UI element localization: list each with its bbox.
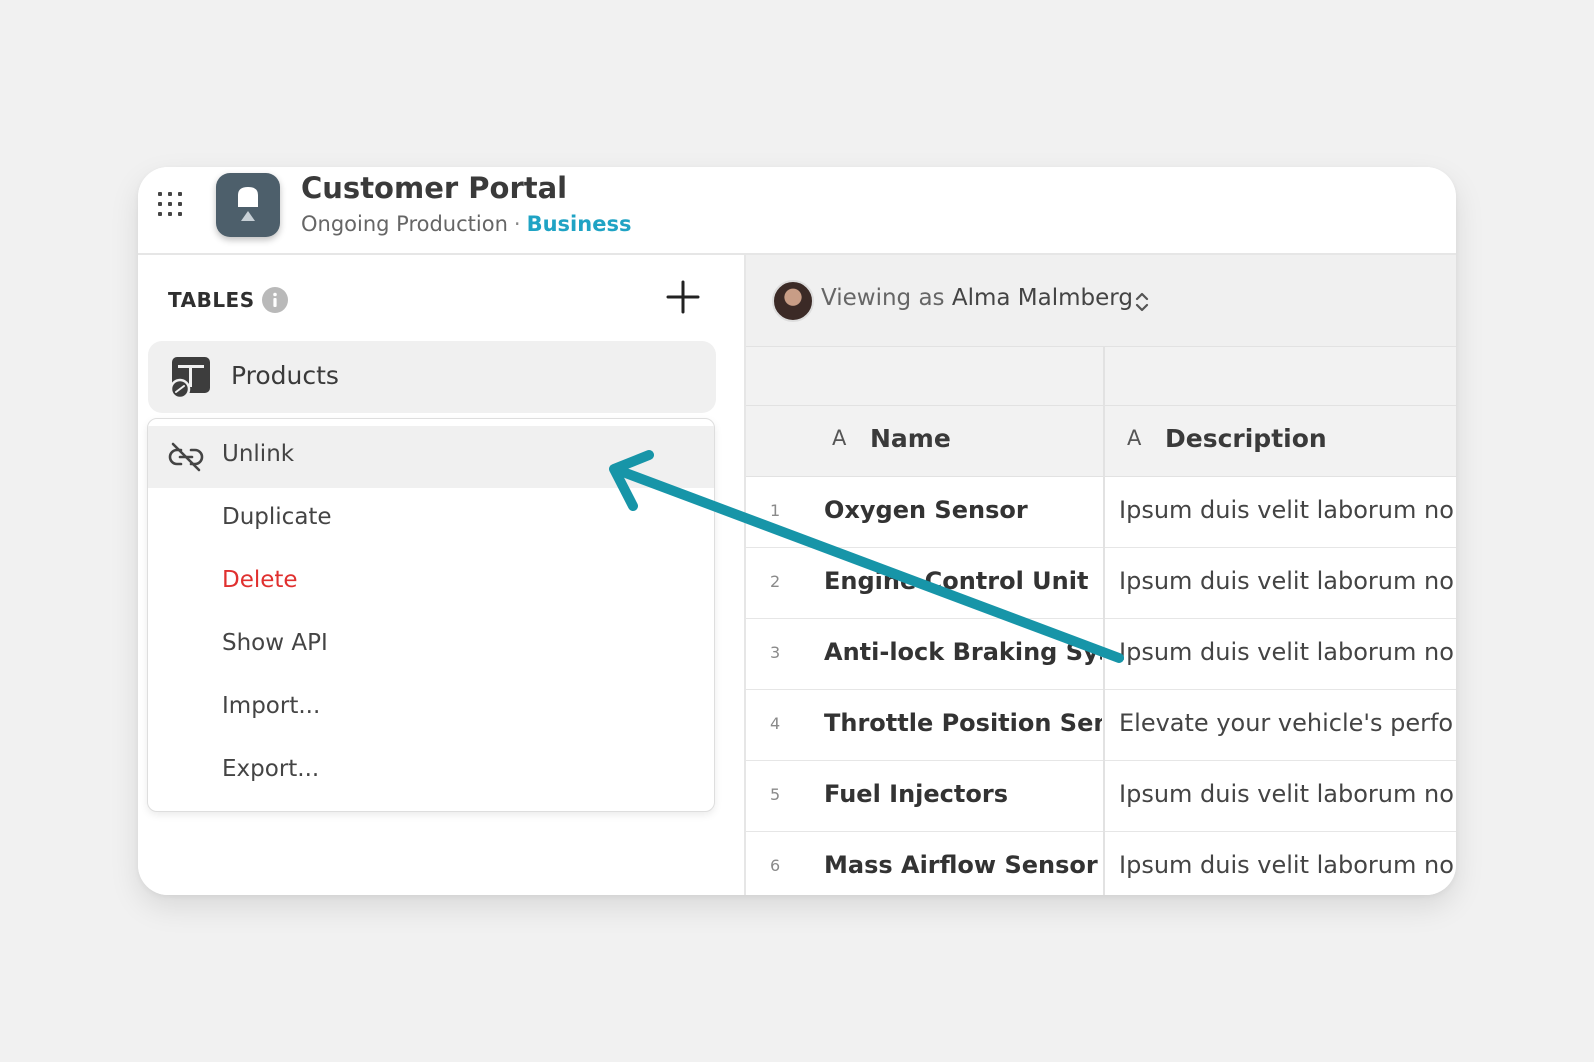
menu-item-label: Show API bbox=[222, 630, 328, 656]
avatar[interactable] bbox=[772, 280, 814, 322]
text-type-icon: A bbox=[1127, 426, 1142, 450]
separator: · bbox=[513, 212, 521, 236]
app-stage: Ongoing Production bbox=[301, 212, 508, 236]
column-title: Description bbox=[1165, 424, 1327, 453]
app-window: Customer Portal Ongoing Production · Busin… bbox=[138, 167, 1456, 895]
plan-badge[interactable]: Business bbox=[527, 212, 632, 236]
viewing-user: Alma Malmberg bbox=[951, 285, 1133, 311]
cell-name[interactable]: Engine Control Unit bbox=[824, 567, 1102, 595]
menu-item-delete[interactable]: Delete bbox=[148, 552, 714, 614]
table-row[interactable]: 2 Engine Control Unit Ipsum duis velit l… bbox=[746, 548, 1456, 619]
viewing-prefix: Viewing as bbox=[821, 285, 945, 311]
table-row[interactable]: 3 Anti-lock Braking System Ipsum duis ve… bbox=[746, 619, 1456, 690]
viewing-as-bar: Viewing as Alma Malmberg bbox=[746, 255, 1456, 347]
menu-item-unlink[interactable]: Unlink bbox=[148, 426, 714, 488]
info-icon[interactable] bbox=[262, 287, 288, 313]
table-sync-icon bbox=[169, 357, 210, 399]
sidebar: TABLES Products Unlink Duplicate Delete … bbox=[138, 255, 744, 895]
cell-description[interactable]: Ipsum duis velit laborum no bbox=[1119, 638, 1456, 666]
column-group-row bbox=[746, 347, 1456, 406]
apps-grid-icon[interactable] bbox=[158, 192, 188, 222]
table-row[interactable]: 1 Oxygen Sensor Ipsum duis velit laborum… bbox=[746, 477, 1456, 548]
cell-name[interactable]: Fuel Injectors bbox=[824, 780, 1102, 808]
cell-name[interactable]: Throttle Position Sensor bbox=[824, 709, 1102, 737]
cell-description[interactable]: Ipsum duis velit laborum no bbox=[1119, 567, 1456, 595]
app-bell-icon[interactable] bbox=[216, 173, 280, 237]
menu-item-show-api[interactable]: Show API bbox=[148, 615, 714, 677]
menu-item-label: Export... bbox=[222, 756, 320, 782]
menu-item-export[interactable]: Export... bbox=[148, 741, 714, 803]
menu-item-import[interactable]: Import... bbox=[148, 678, 714, 740]
table-row[interactable]: 4 Throttle Position Sensor Elevate your … bbox=[746, 690, 1456, 761]
table-item-products[interactable]: Products bbox=[148, 341, 716, 413]
column-header-name[interactable]: A Name bbox=[746, 406, 1103, 477]
column-header-description[interactable]: A Description bbox=[1103, 406, 1456, 477]
menu-item-label: Delete bbox=[222, 567, 298, 593]
data-editor: Viewing as Alma Malmberg A Name A Descri… bbox=[744, 255, 1456, 895]
menu-item-label: Import... bbox=[222, 693, 321, 719]
row-number: 5 bbox=[770, 785, 781, 804]
cell-description[interactable]: Ipsum duis velit laborum no bbox=[1119, 496, 1456, 524]
menu-item-duplicate[interactable]: Duplicate bbox=[148, 489, 714, 551]
unlink-icon bbox=[168, 442, 204, 472]
row-number: 4 bbox=[770, 714, 781, 733]
cell-description[interactable]: Ipsum duis velit laborum no bbox=[1119, 780, 1456, 808]
cell-name[interactable]: Mass Airflow Sensor bbox=[824, 851, 1102, 879]
row-number: 6 bbox=[770, 856, 781, 875]
table-row[interactable]: 6 Mass Airflow Sensor Ipsum duis velit l… bbox=[746, 832, 1456, 895]
column-title: Name bbox=[870, 424, 951, 453]
column-divider bbox=[1103, 347, 1105, 895]
app-header: Customer Portal Ongoing Production · Busin… bbox=[138, 167, 1456, 255]
viewing-as-selector[interactable]: Viewing as Alma Malmberg bbox=[821, 285, 1133, 311]
text-type-icon: A bbox=[832, 426, 847, 450]
cell-description[interactable]: Elevate your vehicle's perfo bbox=[1119, 709, 1456, 737]
table-item-label: Products bbox=[231, 361, 339, 390]
chevron-updown-icon[interactable] bbox=[1134, 289, 1150, 315]
cell-description[interactable]: Ipsum duis velit laborum no bbox=[1119, 851, 1456, 879]
table-row[interactable]: 5 Fuel Injectors Ipsum duis velit laboru… bbox=[746, 761, 1456, 832]
plus-icon bbox=[666, 280, 700, 314]
table-context-menu: Unlink Duplicate Delete Show API Import.… bbox=[147, 418, 715, 812]
menu-item-label: Unlink bbox=[222, 441, 295, 467]
row-number: 2 bbox=[770, 572, 781, 591]
tables-heading: TABLES bbox=[168, 288, 255, 312]
row-number: 3 bbox=[770, 643, 781, 662]
app-subtitle: Ongoing Production · Business bbox=[301, 212, 631, 236]
add-table-button[interactable] bbox=[663, 277, 703, 317]
cell-name[interactable]: Anti-lock Braking System bbox=[824, 638, 1102, 666]
app-title: Customer Portal bbox=[301, 171, 568, 205]
row-number: 1 bbox=[770, 501, 781, 520]
column-header-row: A Name A Description bbox=[746, 406, 1456, 477]
cell-name[interactable]: Oxygen Sensor bbox=[824, 496, 1102, 524]
menu-item-label: Duplicate bbox=[222, 504, 332, 530]
